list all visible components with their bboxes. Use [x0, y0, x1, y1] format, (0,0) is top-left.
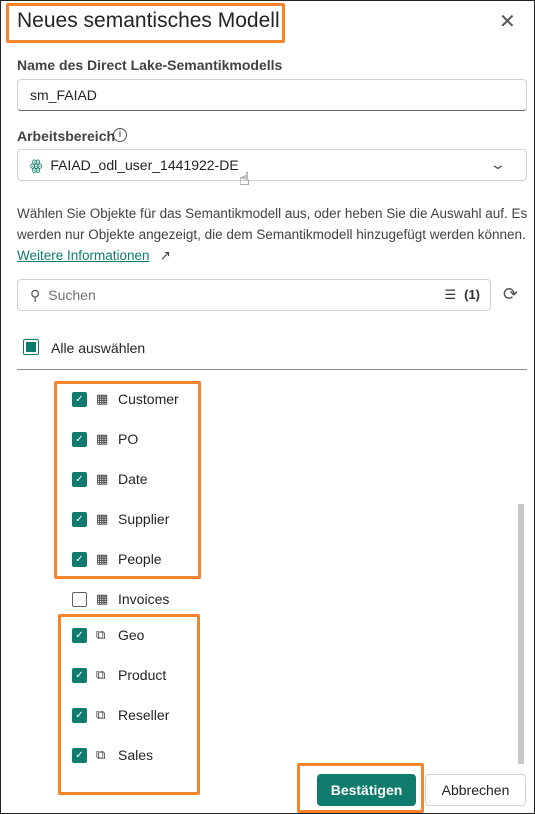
item-label: Geo	[118, 627, 145, 643]
item-label: PO	[118, 431, 139, 447]
item-checkbox[interactable]: ✓	[72, 707, 87, 723]
item-checkbox[interactable]	[72, 591, 87, 607]
view-icon: ⧉	[96, 747, 106, 762]
item-label: Customer	[118, 391, 179, 407]
list-item[interactable]: ✓ ▦ People	[72, 549, 162, 569]
workspace-icon: ꙮ	[30, 156, 43, 173]
confirm-button[interactable]: Bestätigen	[317, 774, 416, 806]
table-icon: ▦	[96, 591, 109, 606]
info-icon[interactable]: i	[113, 128, 127, 142]
table-icon: ▦	[96, 391, 109, 406]
table-icon: ▦	[96, 511, 109, 526]
view-icon: ⧉	[96, 707, 106, 722]
list-item[interactable]: ✓ ▦ PO	[72, 429, 138, 449]
list-item[interactable]: ✓ ⧉ Sales	[72, 745, 153, 765]
table-icon: ▦	[96, 551, 109, 566]
name-label: Name des Direct Lake-Semantikmodells	[17, 57, 283, 73]
filter-button[interactable]: ☰ (1)	[444, 287, 480, 303]
item-label: People	[118, 551, 162, 567]
description: Wählen Sie Objekte für das Semantikmodel…	[17, 203, 529, 266]
item-label: Reseller	[118, 707, 170, 723]
select-all-label: Alle auswählen	[51, 340, 146, 356]
item-checkbox[interactable]: ✓	[72, 551, 87, 567]
view-icon: ⧉	[96, 667, 106, 682]
item-checkbox[interactable]: ✓	[72, 627, 87, 643]
hand-cursor-icon: ☝	[239, 169, 250, 189]
table-icon: ▦	[96, 471, 109, 486]
workspace-value: FAIAD_odl_user_1441922-DE	[50, 157, 239, 173]
list-item[interactable]: ✓ ▦ Date	[72, 469, 148, 489]
list-item[interactable]: ✓ ⧉ Reseller	[72, 705, 169, 725]
dialog-title: Neues semantisches Modell	[17, 9, 280, 32]
more-info-link[interactable]: Weitere Informationen	[17, 248, 150, 263]
item-checkbox[interactable]: ✓	[72, 471, 87, 487]
cancel-button[interactable]: Abbrechen	[425, 774, 526, 806]
list-item[interactable]: ✓ ⧉ Product	[72, 665, 166, 685]
search-icon: ⚲	[30, 286, 41, 303]
filter-count: (1)	[464, 287, 480, 302]
item-label: Supplier	[118, 511, 170, 527]
filter-icon: ☰	[444, 287, 457, 302]
item-label: Product	[118, 667, 167, 683]
search-placeholder: Suchen	[48, 287, 96, 303]
close-icon[interactable]: ✕	[499, 9, 516, 34]
workspace-label: Arbeitsbereich	[17, 128, 116, 144]
description-text: Wählen Sie Objekte für das Semantikmodel…	[17, 206, 528, 242]
workspace-dropdown[interactable]: ꙮ FAIAD_odl_user_1441922-DE ⌄	[17, 149, 527, 181]
select-all-checkbox[interactable]	[23, 339, 39, 355]
scrollbar[interactable]	[518, 504, 524, 764]
external-link-icon: ↗	[159, 248, 171, 263]
item-label: Date	[118, 471, 148, 487]
list-item[interactable]: ✓ ▦ Supplier	[72, 509, 169, 529]
list-item[interactable]: ✓ ⧉ Geo	[72, 625, 144, 645]
item-checkbox[interactable]: ✓	[72, 667, 87, 683]
divider	[17, 369, 527, 370]
chevron-down-icon: ⌄	[489, 156, 507, 172]
refresh-icon[interactable]: ⟳	[503, 284, 518, 305]
item-checkbox[interactable]: ✓	[72, 747, 87, 763]
item-checkbox[interactable]: ✓	[72, 431, 87, 447]
view-icon: ⧉	[96, 627, 106, 642]
item-label: Invoices	[118, 591, 170, 607]
table-icon: ▦	[96, 431, 109, 446]
search-input[interactable]: ⚲ Suchen ☰ (1)	[17, 279, 491, 311]
item-checkbox[interactable]: ✓	[72, 391, 87, 407]
list-item[interactable]: ✓ ▦ Customer	[72, 389, 179, 409]
model-name-input[interactable]: sm_FAIAD	[17, 79, 527, 111]
item-label: Sales	[118, 747, 154, 763]
item-checkbox[interactable]: ✓	[72, 511, 87, 527]
list-item[interactable]: ▦ Invoices	[72, 589, 169, 609]
